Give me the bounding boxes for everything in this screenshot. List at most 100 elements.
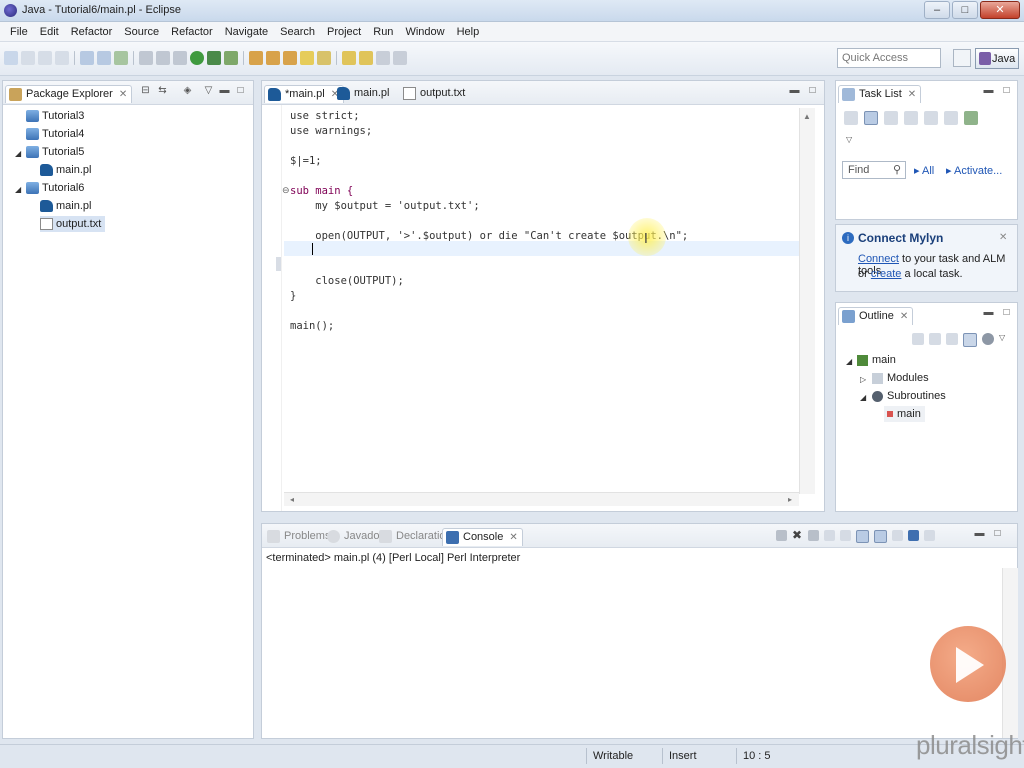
tab-outline[interactable]: Outline ✕	[838, 307, 914, 325]
menu-refactor[interactable]: Refactor	[65, 26, 119, 38]
tab-main-pl[interactable]: main.pl	[334, 85, 393, 103]
task-all-link[interactable]: ▸ All	[914, 164, 934, 177]
menu-run[interactable]: Run	[367, 26, 399, 38]
close-icon[interactable]: ✕	[999, 232, 1007, 243]
java-perspective-button[interactable]: Java	[975, 48, 1019, 69]
terminate-icon[interactable]	[776, 530, 787, 541]
quick-access-input[interactable]: Quick Access	[837, 48, 941, 68]
scroll-lock-icon[interactable]	[840, 530, 851, 541]
maximize-icon[interactable]: □	[992, 529, 1003, 540]
collapse-all-icon[interactable]	[944, 111, 958, 125]
menu-help[interactable]: Help	[451, 26, 486, 38]
menu-search[interactable]: Search	[274, 26, 321, 38]
link-with-editor-icon[interactable]	[963, 333, 977, 347]
clear-console-icon[interactable]	[824, 530, 835, 541]
expand-arrow-icon[interactable]: ◢	[846, 357, 852, 366]
tab-console[interactable]: Console ✕	[442, 528, 523, 546]
menu-project[interactable]: Project	[321, 26, 367, 38]
coverage-icon[interactable]	[224, 51, 238, 65]
filter-icon[interactable]	[982, 333, 994, 345]
tree-item-main-pl[interactable]: main.pl	[40, 162, 91, 178]
outline-root-main[interactable]: main	[857, 352, 896, 368]
expand-arrow-icon[interactable]: ◢	[15, 149, 21, 158]
hide-completed-icon[interactable]	[904, 111, 918, 125]
open-type-icon[interactable]	[249, 51, 263, 65]
sort-icon[interactable]	[912, 333, 924, 345]
expand-arrow-icon[interactable]: ◢	[860, 393, 866, 402]
menu-source[interactable]: Source	[118, 26, 165, 38]
annotation-icon[interactable]	[317, 51, 331, 65]
minimize-button[interactable]: –	[924, 1, 950, 19]
class-icon[interactable]	[97, 51, 111, 65]
checkbox-icon[interactable]	[114, 51, 128, 65]
menu-file[interactable]: File	[4, 26, 34, 38]
close-icon[interactable]: ✕	[119, 89, 127, 100]
tree-item-output-txt[interactable]: output.txt	[40, 216, 106, 232]
remove-all-icon[interactable]	[808, 530, 819, 541]
task-find-input[interactable]: Find ⚲	[842, 161, 906, 179]
scheduled-icon[interactable]	[884, 111, 898, 125]
tools-icon[interactable]	[139, 51, 153, 65]
tree-item-tutorial5[interactable]: Tutorial5	[26, 144, 84, 160]
scroll-right-icon[interactable]: ▸	[788, 495, 792, 504]
editor-horizontal-scrollbar[interactable]: ◂ ▸	[284, 492, 799, 506]
highlight-icon[interactable]	[300, 51, 314, 65]
categorized-icon[interactable]	[864, 111, 878, 125]
pin-console-icon[interactable]	[892, 530, 903, 541]
maximize-button[interactable]: □	[952, 1, 978, 19]
scroll-left-icon[interactable]: ◂	[290, 495, 294, 504]
close-button[interactable]: ✕	[980, 1, 1020, 19]
menu-refactor-2[interactable]: Refactor	[165, 26, 219, 38]
remove-launch-icon[interactable]: ✖	[792, 529, 803, 541]
history-icon[interactable]	[376, 51, 390, 65]
forward-icon[interactable]	[359, 51, 373, 65]
run-config-icon[interactable]	[207, 51, 221, 65]
package-icon[interactable]	[80, 51, 94, 65]
link-editor-icon[interactable]: ⇆	[157, 86, 168, 97]
fold-icon[interactable]: ⊖	[282, 185, 290, 196]
editor-vertical-scrollbar[interactable]: ▲	[799, 108, 815, 494]
collapsed-arrow-icon[interactable]: ▷	[860, 375, 866, 384]
connect-link[interactable]: Connect	[858, 253, 899, 265]
filter-icon[interactable]	[924, 111, 938, 125]
scroll-up-icon[interactable]: ▲	[803, 112, 811, 121]
search-icon[interactable]	[283, 51, 297, 65]
minimize-icon[interactable]: ▬	[983, 86, 994, 97]
outline-sub-main[interactable]: main	[884, 406, 925, 422]
new-task-icon[interactable]	[844, 111, 858, 125]
expand-arrow-icon[interactable]: ◢	[15, 185, 21, 194]
hide-fields-icon[interactable]	[946, 333, 958, 345]
menu-edit[interactable]: Edit	[34, 26, 65, 38]
run-icon[interactable]	[190, 51, 204, 65]
search-icon[interactable]: ⚲	[893, 163, 901, 176]
minimize-icon[interactable]: ▬	[983, 308, 994, 319]
tree-item-main-pl[interactable]: main.pl	[40, 198, 91, 214]
maximize-icon[interactable]: □	[807, 86, 818, 97]
collapse-all-icon[interactable]	[929, 333, 941, 345]
pin-icon[interactable]	[393, 51, 407, 65]
menu-window[interactable]: Window	[399, 26, 450, 38]
show-stdout-icon[interactable]	[856, 530, 869, 543]
display-console-icon[interactable]	[908, 530, 919, 541]
tab-task-list[interactable]: Task List ✕	[838, 85, 922, 103]
maximize-icon[interactable]: □	[1001, 308, 1012, 319]
save-all-icon[interactable]	[38, 51, 52, 65]
tab-output-txt[interactable]: output.txt	[400, 85, 469, 103]
tree-item-tutorial6[interactable]: Tutorial6	[26, 180, 84, 196]
outline-subroutines[interactable]: Subroutines	[872, 388, 946, 404]
view-menu-icon[interactable]: ▽	[999, 333, 1005, 347]
focus-icon[interactable]: ◈	[182, 86, 193, 97]
tab-package-explorer[interactable]: Package Explorer ✕	[5, 85, 133, 103]
open-console-icon[interactable]	[924, 530, 935, 541]
task-activate-link[interactable]: ▸ Activate...	[946, 164, 1002, 177]
open-task-icon[interactable]	[266, 51, 280, 65]
back-icon[interactable]	[342, 51, 356, 65]
outline-modules[interactable]: Modules	[872, 370, 929, 386]
wrench-icon[interactable]	[156, 51, 170, 65]
new-icon[interactable]	[4, 51, 18, 65]
tab-main-pl-dirty[interactable]: *main.pl ✕	[264, 85, 345, 103]
tree-item-tutorial3[interactable]: Tutorial3	[26, 108, 84, 124]
view-menu-icon[interactable]: ▽	[203, 86, 214, 97]
print-icon[interactable]	[55, 51, 69, 65]
tree-item-tutorial4[interactable]: Tutorial4	[26, 126, 84, 142]
